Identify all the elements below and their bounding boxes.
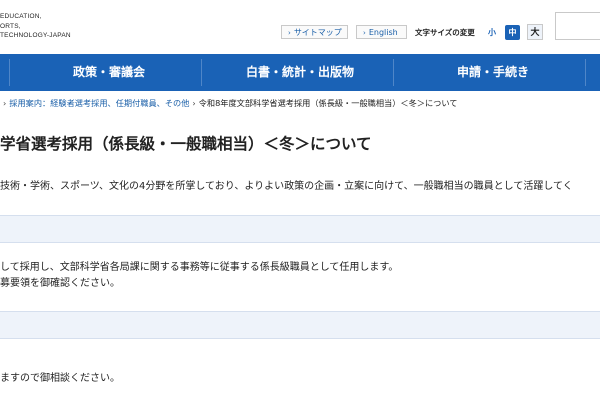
breadcrumb-link-recruitment[interactable]: 採用案内：経験者選考採用、任期付職員、その他 bbox=[9, 98, 189, 108]
font-small-button[interactable]: 小 bbox=[486, 27, 498, 39]
font-medium-button[interactable]: 中 bbox=[505, 25, 520, 40]
search-input[interactable] bbox=[555, 12, 600, 40]
site-logo[interactable]: EDUCATION, ORTS, TECHNOLOGY-JAPAN bbox=[0, 12, 71, 41]
breadcrumb-current: 令和8年度文部科学省選考採用（係長級・一般職相当）＜冬＞について bbox=[198, 98, 458, 108]
nav-item-applications[interactable]: 申請・手続き bbox=[457, 54, 529, 91]
nav-item-policy[interactable]: 政策・審議会 bbox=[73, 54, 145, 91]
section-heading-bar bbox=[0, 311, 600, 339]
logo-line: TECHNOLOGY-JAPAN bbox=[0, 32, 71, 39]
section-heading-bar bbox=[0, 215, 600, 243]
font-large-button[interactable]: 大 bbox=[527, 24, 543, 40]
section-text-line: して採用し、文部科学省各局課に関する事務等に従事する係長級職員として任用します。 bbox=[0, 262, 399, 273]
logo-line: EDUCATION, bbox=[0, 13, 42, 20]
chevron-right-icon: › bbox=[288, 29, 291, 37]
global-nav: 政策・審議会 白書・統計・出版物 申請・手続き bbox=[0, 54, 600, 91]
breadcrumb: › 採用案内：経験者選考採用、任期付職員、その他 › 令和8年度文部科学省選考採用（係… bbox=[0, 97, 457, 109]
page-title: 学省選考採用（係長級・一般職相当）＜冬＞について bbox=[0, 135, 372, 153]
sitemap-button[interactable]: › サイトマップ bbox=[281, 25, 348, 39]
nav-divider bbox=[585, 59, 586, 86]
font-size-label: 文字サイズの変更 bbox=[415, 28, 475, 37]
english-label: English bbox=[368, 28, 398, 37]
breadcrumb-separator: › bbox=[3, 98, 7, 108]
sitemap-label: サイトマップ bbox=[293, 28, 342, 37]
nav-item-publications[interactable]: 白書・統計・出版物 bbox=[246, 54, 354, 91]
logo-line: ORTS, bbox=[0, 22, 21, 30]
english-button[interactable]: › English bbox=[356, 25, 407, 39]
nav-divider bbox=[393, 59, 394, 86]
breadcrumb-separator: › bbox=[192, 98, 196, 108]
nav-divider bbox=[9, 59, 10, 86]
section-text-line: ますので御相談ください。 bbox=[0, 373, 120, 384]
section-text-line: 募要領を御確認ください。 bbox=[0, 278, 120, 289]
nav-divider bbox=[201, 59, 202, 86]
intro-text: 技術・学術、スポーツ、文化の4分野を所掌しており、よりよい政策の企画・立案に向け… bbox=[0, 181, 573, 192]
chevron-right-icon: › bbox=[363, 29, 366, 37]
